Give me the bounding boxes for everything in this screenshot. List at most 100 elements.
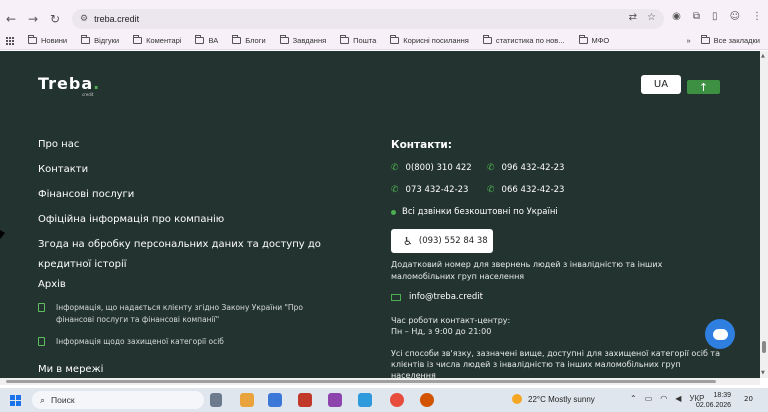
bookmark-star-icon[interactable]: ☆ [647, 12, 656, 23]
system-tray: ⌃ ▭ ◠ ◀ УКР [630, 394, 704, 403]
mail-icon [391, 293, 401, 301]
forward-icon[interactable]: → [22, 8, 44, 30]
site-footer: Treba. credit UA ↑ Про нас Контакти Фіна… [0, 51, 760, 378]
back-icon[interactable]: ← [0, 8, 22, 30]
chevron-up-icon[interactable]: ⌃ [630, 394, 637, 403]
scroll-up-icon[interactable]: ▲ [761, 53, 765, 59]
taskbar-search[interactable]: ⌕ Поиск [32, 391, 204, 409]
document-icon [38, 303, 45, 312]
bookmark-folder[interactable]: Коментарі [133, 35, 181, 45]
menu-contacts[interactable]: Контакти [38, 162, 88, 177]
mouse-cursor-icon [0, 230, 5, 239]
file-explorer-icon[interactable] [240, 393, 254, 407]
phone-icon: ✆ [391, 163, 399, 173]
folder-icon [340, 35, 350, 44]
folder-icon [133, 35, 143, 44]
menu-archive[interactable]: Архів [38, 277, 66, 292]
contacts-title: Контакти: [391, 139, 452, 151]
folder-icon [81, 35, 91, 44]
menu-about[interactable]: Про нас [38, 137, 79, 152]
notification-icon[interactable]: 20 [744, 395, 753, 403]
chevron-more-icon[interactable]: » [686, 36, 690, 45]
menu-official-info[interactable]: Офіційна інформація про компанію [38, 212, 224, 227]
social-title: Ми в мережі [38, 364, 104, 375]
clock[interactable]: 18:39 02.06.2026 [696, 391, 731, 411]
language-button[interactable]: UA [641, 75, 681, 94]
chat-widget-button[interactable] [705, 319, 735, 349]
app-icon[interactable] [358, 393, 372, 407]
volume-icon[interactable]: ◀ [675, 394, 681, 403]
bookmark-folder[interactable]: Блоги [232, 35, 266, 45]
hscrollbar-thumb[interactable] [6, 380, 716, 383]
site-logo-sub: credit [82, 92, 94, 97]
extensions-icon[interactable]: ⧉ [693, 11, 700, 22]
store-icon[interactable] [268, 393, 282, 407]
sidepanel-icon[interactable]: ▯ [712, 11, 718, 22]
folder-icon [195, 35, 205, 44]
network-icon[interactable]: ▭ [645, 394, 653, 403]
reload-icon[interactable]: ↻ [44, 8, 66, 30]
bookmark-folder[interactable]: МФО [578, 35, 609, 45]
phone-icon: ✆ [391, 185, 399, 195]
profile-icon[interactable]: ☺ [730, 11, 740, 22]
menu-consent[interactable]: Згода на обробку персональних даних та д… [38, 237, 321, 272]
windows-start-icon[interactable] [10, 394, 21, 406]
phone-icon: ✆ [487, 185, 495, 195]
folder-icon [28, 35, 37, 44]
bookmark-folder[interactable]: ВА [195, 35, 218, 45]
bookmarks-bar: Новини Відгуки Коментарі ВА Блоги Завдан… [0, 32, 768, 50]
bookmark-folder[interactable]: Новини [28, 35, 67, 45]
folder-icon [390, 35, 400, 44]
accessible-phone-button[interactable]: ♿ (093) 552 84 38 [391, 229, 493, 253]
scrollbar-thumb[interactable] [762, 341, 766, 353]
phone-icon: ✆ [487, 163, 495, 173]
menu-icon[interactable]: ⋮ [752, 11, 762, 22]
email-link[interactable]: info@treba.credit [391, 292, 483, 302]
folder-icon [482, 35, 492, 44]
folder-icon [232, 35, 242, 44]
wheelchair-icon: ♿ [403, 234, 413, 248]
url-text: treba.credit [94, 14, 140, 24]
folder-icon [279, 35, 289, 44]
working-hours: Час роботи контакт-центру: Пн – Нд, з 9:… [391, 316, 511, 336]
all-bookmarks[interactable]: » Все закладки [686, 35, 760, 45]
accessible-phone-note: Додатковий номер для звернень людей з ін… [391, 260, 663, 281]
horizontal-scrollbar[interactable] [0, 378, 760, 385]
document-icon [38, 337, 45, 346]
status-dot-icon [391, 209, 396, 215]
browser-toolbar: ← → ↻ ⚙ treba.credit ⇄ ☆ ◉ ⧉ ▯ ☺ ⋮ [0, 6, 768, 32]
bookmark-folder[interactable]: статистика по нов... [482, 35, 565, 45]
folder-icon [578, 35, 588, 44]
bookmark-folder[interactable]: Корисні посилання [390, 35, 469, 45]
site-info-icon[interactable]: ⚙ [80, 14, 88, 24]
phone-link[interactable]: ✆ 096 432-42-23 [487, 163, 564, 173]
free-calls-note: Всі дзвінки безкоштовні по Україні [391, 207, 558, 217]
weather-widget[interactable]: 22°C Mostly sunny [512, 394, 595, 404]
address-bar[interactable]: ⚙ treba.credit ⇄ ☆ [72, 9, 664, 29]
apps-grid-icon[interactable] [6, 36, 14, 45]
doc-link[interactable]: Інформація щодо захищеної категорії осіб [38, 336, 224, 348]
app-icon[interactable] [298, 393, 312, 407]
task-view-icon[interactable] [210, 393, 222, 407]
scroll-top-button[interactable]: ↑ [687, 80, 720, 94]
vertical-scrollbar[interactable]: ▲ ▼ [760, 51, 768, 378]
arrow-up-icon: ↑ [698, 80, 709, 94]
bookmark-folder[interactable]: Відгуки [81, 35, 119, 45]
bookmark-folder[interactable]: Завдання [279, 35, 326, 45]
copilot-icon[interactable] [328, 393, 342, 407]
camera-icon[interactable]: ◉ [672, 11, 681, 22]
phone-link[interactable]: ✆ 073 432-42-23 [391, 185, 468, 195]
phone-link[interactable]: ✆ 066 432-42-23 [487, 185, 564, 195]
phone-link[interactable]: ✆ 0(800) 310 422 [391, 163, 472, 173]
browser-icon[interactable] [420, 393, 434, 407]
windows-taskbar: ⌕ Поиск 22°C Mostly sunny ⌃ ▭ ◠ ◀ УКР 18:… [0, 388, 768, 412]
chrome-icon[interactable] [390, 393, 404, 407]
doc-link[interactable]: Інформація, що надається клієнту згідно … [38, 302, 303, 326]
bookmark-folder[interactable]: Пошта [340, 35, 376, 45]
accessibility-disclaimer: Усі способи зв'язку, зазначені вище, дос… [391, 349, 720, 378]
wifi-icon[interactable]: ◠ [660, 394, 667, 403]
scroll-down-icon[interactable]: ▼ [761, 370, 765, 376]
translate-icon[interactable]: ⇄ [629, 12, 637, 23]
site-logo[interactable]: Treba. [38, 74, 100, 93]
menu-financial-services[interactable]: Фінансові послуги [38, 187, 134, 202]
